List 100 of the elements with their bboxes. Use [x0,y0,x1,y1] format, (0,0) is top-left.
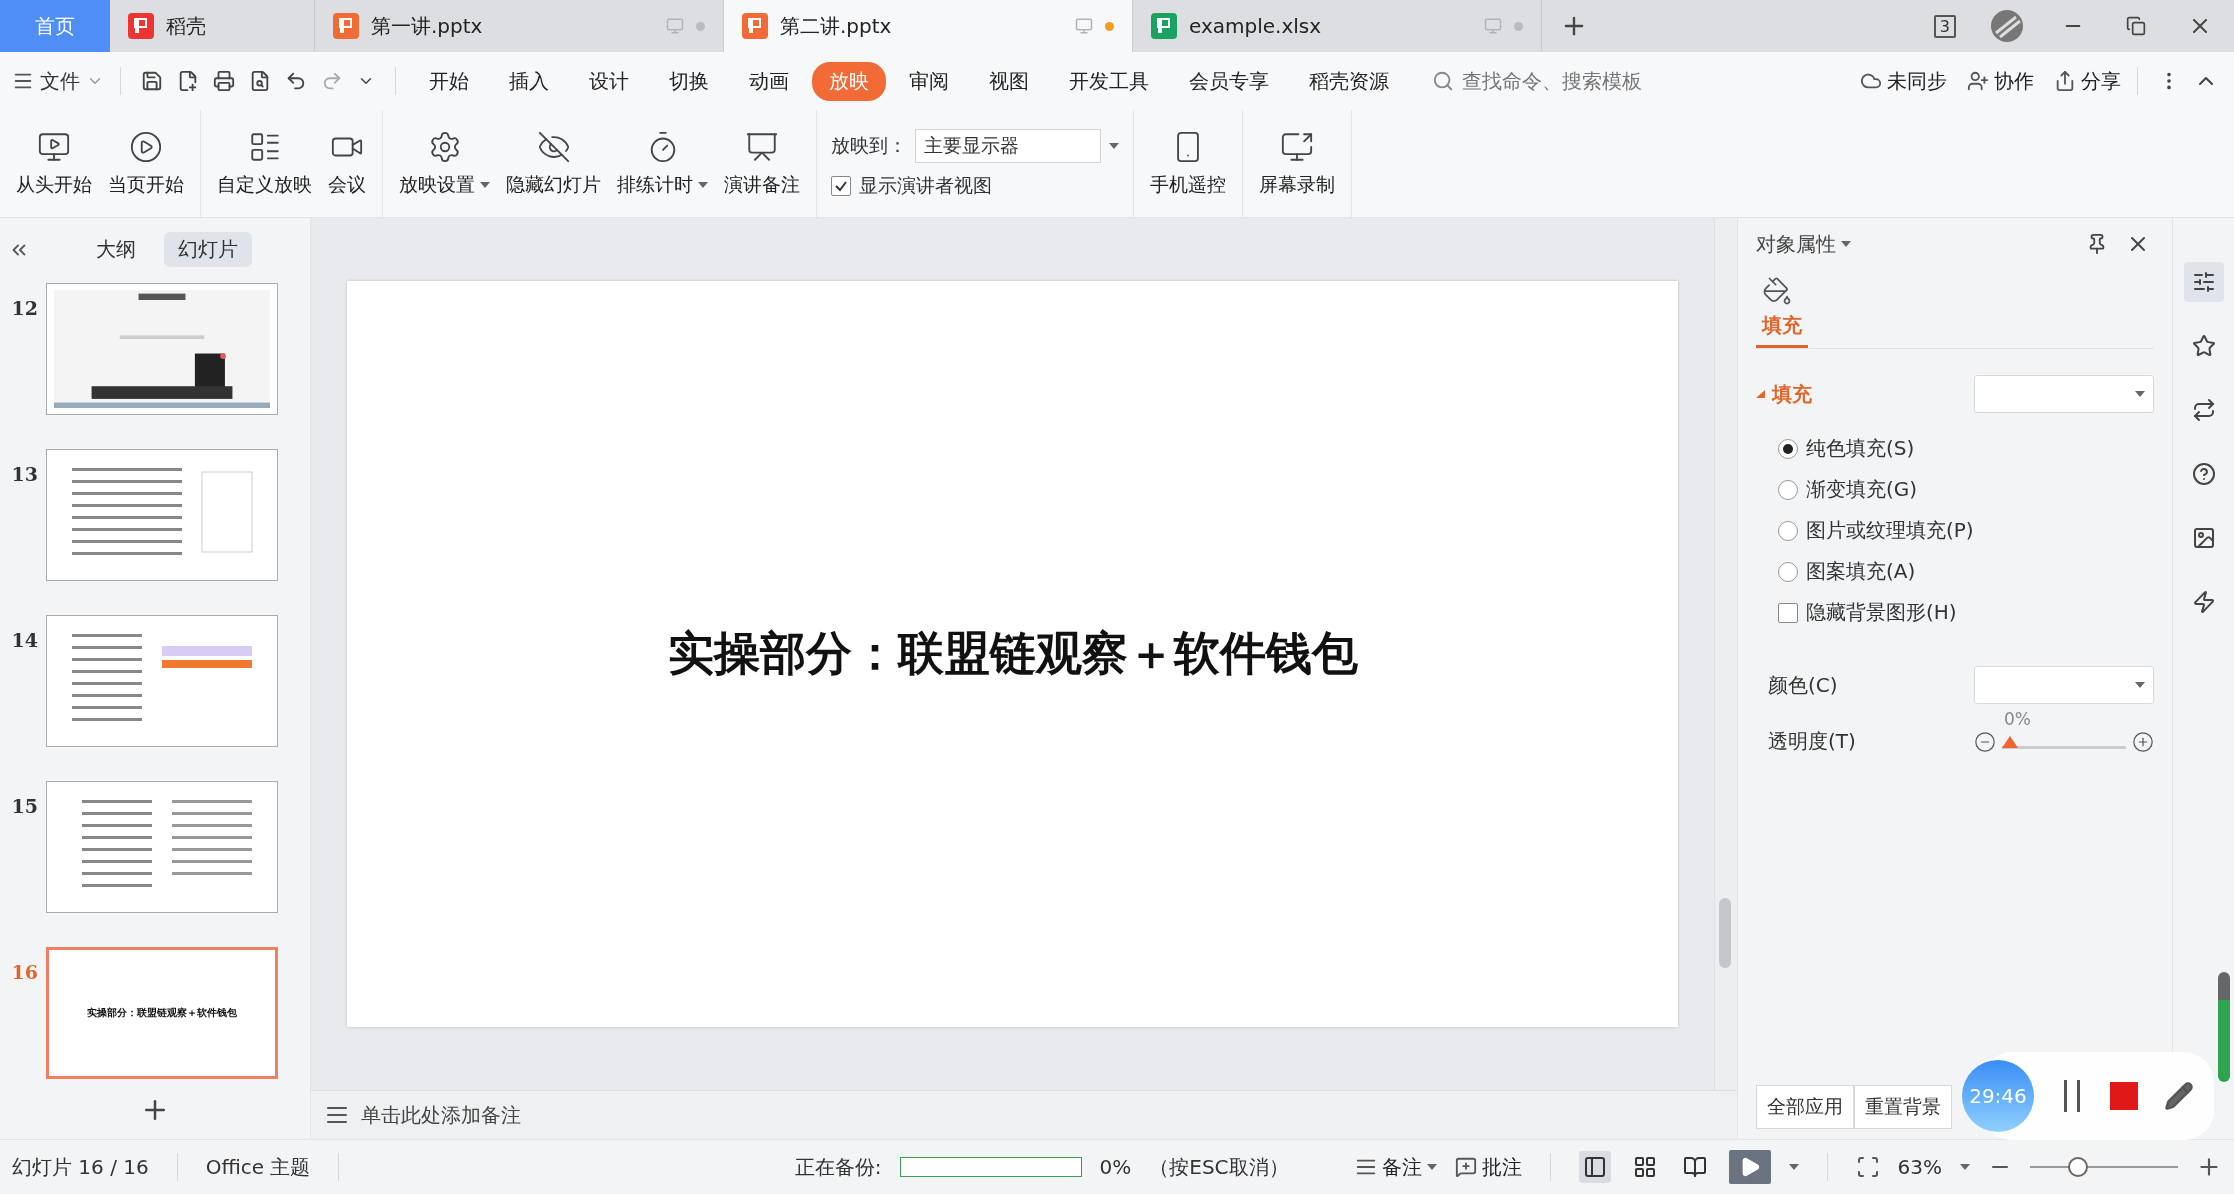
slider-reading: 0% [2004,708,2031,729]
ribbon-button[interactable]: 自定义放映 [217,171,312,198]
ribbon-button[interactable]: 演讲备注 [724,171,800,198]
backup-reading: 0% [1099,1155,1132,1179]
checkbox[interactable] [1778,602,1798,623]
option-label[interactable]: 纯色填充(S) [1806,435,1915,462]
radio-button[interactable] [1778,438,1798,459]
comments-toggle[interactable]: 批注 [1481,1153,1522,1181]
monitor-icon [666,17,684,35]
avatar-icon[interactable] [1990,9,2024,43]
ribbon-tab[interactable]: 切换 [652,61,726,101]
slide-canvas[interactable]: 实操部分：联盟链观察＋软件钱包 [347,281,1678,1027]
radio-button[interactable] [1778,520,1798,541]
fit-icon[interactable] [1855,1155,1880,1179]
ribbon-tab[interactable]: 动画 [732,61,806,101]
panel-button[interactable]: 重置背景 [1854,1085,1952,1129]
ribbon-tab[interactable]: 审阅 [892,61,966,101]
monitor-icon [1484,17,1502,35]
scrollbar-thumb[interactable] [1719,898,1731,968]
caret-icon[interactable] [480,180,490,189]
toolbar-action[interactable]: 分享 [2081,67,2121,95]
panel-tab[interactable]: 大纲 [82,232,150,267]
play-icon[interactable] [1728,1150,1771,1184]
color-dropdown[interactable] [1974,666,2154,704]
decrease-icon[interactable] [1974,730,1996,753]
theme-name[interactable]: Office 主题 [205,1153,311,1181]
toolbar-action[interactable]: 未同步 [1887,67,1947,95]
field-label: 透明度(T) [1768,728,1856,755]
properties-icon[interactable] [2183,262,2224,302]
option-label[interactable]: 隐藏背景图形(H) [1806,599,1957,626]
slide-thumbnail[interactable] [46,781,278,913]
ribbon-tab[interactable]: 视图 [972,61,1046,101]
slide-thumbnail[interactable] [46,615,278,747]
slide-number: 15 [10,795,38,817]
ribbon-tab[interactable]: 开发工具 [1052,61,1166,101]
play-circle-icon[interactable] [129,129,163,164]
option-label[interactable]: 渐变填充(G) [1806,476,1918,503]
display-select[interactable]: 主要显示器 [915,128,1101,163]
collab-icon[interactable] [1967,70,1989,92]
panel-title[interactable]: 对象属性 [1756,230,1836,258]
panel-tab[interactable]: 幻灯片 [164,232,252,267]
paint-bucket-icon[interactable] [1762,276,1792,306]
toolbar-action[interactable]: 协作 [1994,67,2034,95]
slide-thumbnail[interactable]: 实操部分：联盟链观察＋软件钱包 [46,947,278,1079]
share-icon[interactable] [2054,70,2076,92]
output-label: 放映到： [831,132,907,158]
radio-button[interactable] [1778,479,1798,500]
slide-title[interactable]: 实操部分：联盟链观察＋软件钱包 [667,623,1358,685]
file-menu[interactable]: 文件 [40,67,80,95]
search-field[interactable]: 查找命令、搜索模板 [1460,68,1664,94]
ribbon-button[interactable]: 当页开始 [108,171,184,198]
ribbon-tab[interactable]: 会员专享 [1172,61,1286,101]
ribbon-button[interactable]: 隐藏幻灯片 [506,171,601,198]
app-icon [333,13,359,39]
caret-icon[interactable] [2135,390,2145,398]
ribbon-button[interactable]: 放映设置 [399,171,475,198]
ribbon-tab[interactable]: 设计 [572,61,646,101]
eye-off-icon[interactable] [536,129,571,164]
comment-icon[interactable] [1454,1156,1477,1178]
expand-triangle-icon[interactable] [1756,390,1766,398]
ribbon-tab[interactable]: 开始 [412,61,486,101]
option-label[interactable]: 图片或纹理填充(P) [1806,517,1974,544]
notes-placeholder[interactable]: 单击此处添加备注 [361,1101,521,1129]
increase-icon[interactable] [2132,730,2154,753]
ribbon-tab[interactable]: 插入 [492,61,566,101]
field-label: 颜色(C) [1768,671,1838,699]
document-tab[interactable]: 第二讲.pptx [724,0,1133,52]
caret-icon[interactable] [1960,1163,1970,1171]
notes-toggle[interactable]: 备注 [1381,1153,1422,1181]
presenter-checkbox[interactable] [831,175,851,196]
caret-icon[interactable] [1788,1163,1799,1171]
slider-thumb[interactable] [2002,735,2018,748]
slide-counter: 幻灯片 16 / 16 [12,1153,149,1181]
ribbon-button[interactable]: 从头开始 [16,171,92,198]
backup-label: 正在备份: [794,1153,882,1181]
option-label[interactable]: 图案填充(A) [1806,558,1916,585]
caret-icon[interactable] [1109,141,1119,150]
ribbon-button[interactable]: 屏幕录制 [1259,171,1335,198]
slide-thumbnail[interactable] [46,449,278,581]
ribbon-tab[interactable]: 稻壳资源 [1292,61,1406,101]
caret-icon[interactable] [698,180,708,189]
checkbox-label[interactable]: 显示演讲者视图 [859,172,992,199]
window-count-badge[interactable]: 3 [1933,14,1956,38]
caret-icon[interactable] [1841,240,1851,248]
radio-button[interactable] [1778,561,1798,582]
slide-number: 13 [10,463,38,485]
panel-button[interactable]: 全部应用 [1756,1085,1854,1129]
ribbon-button[interactable]: 会议 [328,171,366,198]
ribbon-button[interactable]: 手机遥控 [1150,171,1226,198]
pencil-icon[interactable] [2164,1081,2194,1111]
zoom-reading[interactable]: 63% [1897,1155,1942,1179]
app-icon [1151,13,1177,39]
slide-number: 16 [10,961,38,983]
caret-icon[interactable] [2135,681,2145,689]
normal-view-icon[interactable] [1578,1151,1611,1183]
slide-thumbnail[interactable] [46,283,278,415]
monitor-icon [1075,17,1093,35]
slide-number: 12 [10,297,38,319]
ribbon-button[interactable]: 排练计时 [617,171,693,198]
caret-icon[interactable] [1426,1163,1437,1171]
